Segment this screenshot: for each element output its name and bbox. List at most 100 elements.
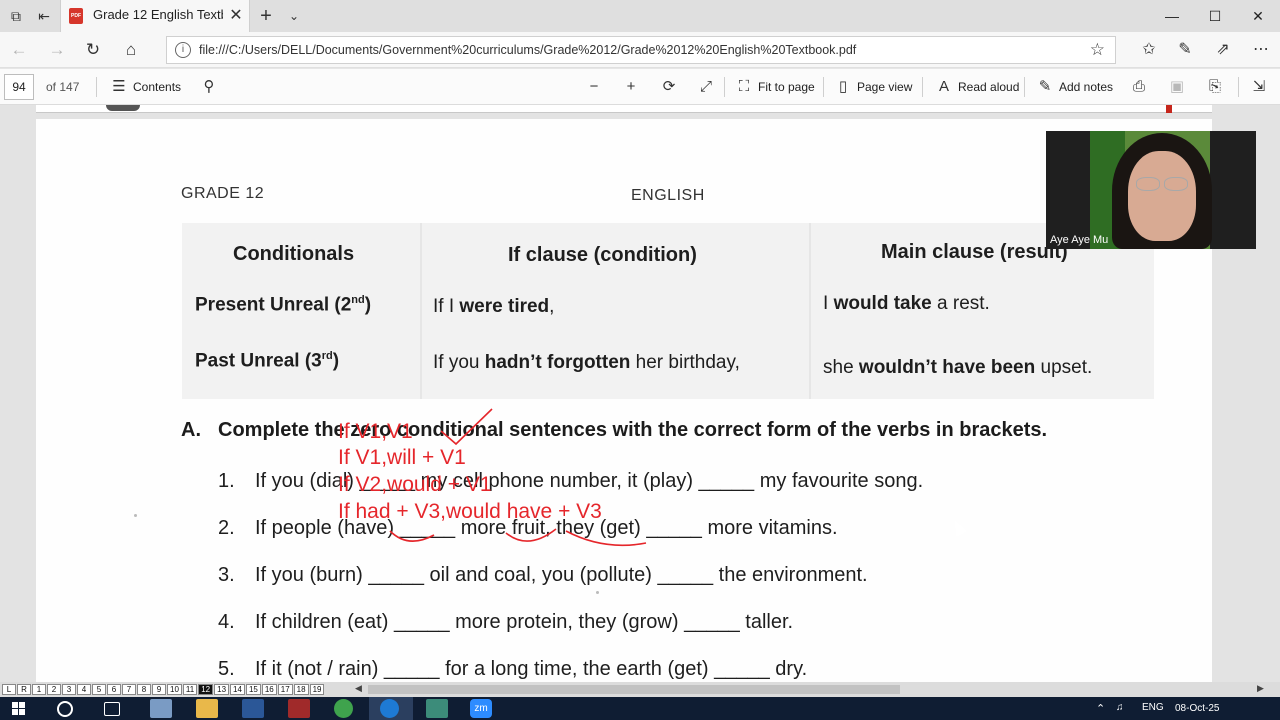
url-text[interactable]: file:///C:/Users/DELL/Documents/Governme… bbox=[199, 43, 856, 57]
arrow-left-icon[interactable]: ← bbox=[6, 37, 32, 63]
scan-speck bbox=[134, 514, 137, 517]
pin-icon[interactable]: ⇲ bbox=[1250, 75, 1273, 99]
slide-tab[interactable]: 4 bbox=[77, 684, 91, 695]
slide-tab[interactable]: 11 bbox=[182, 684, 198, 695]
wps-icon[interactable] bbox=[288, 699, 310, 718]
page-mark bbox=[1166, 105, 1172, 113]
pen-icon[interactable]: ✎ bbox=[1172, 37, 1198, 63]
list-icon: ☰ bbox=[112, 78, 126, 95]
zoom-in-icon[interactable]: + bbox=[622, 75, 645, 99]
scan-speck bbox=[596, 591, 599, 594]
taskbar: zm ⌃ ♫ ENG 08-Oct-25 bbox=[0, 697, 1280, 720]
info-icon[interactable]: i bbox=[175, 42, 191, 58]
word-icon[interactable] bbox=[242, 699, 264, 718]
save-icon[interactable]: ▣ bbox=[1168, 75, 1191, 99]
ink-strokes bbox=[389, 408, 647, 547]
home-icon[interactable]: ⌂ bbox=[118, 37, 144, 63]
more-icon[interactable]: ⋯ bbox=[1248, 37, 1274, 63]
participant-name: Aye Aye Mu bbox=[1050, 234, 1109, 246]
read-aloud-icon: A bbox=[938, 78, 949, 95]
close-tab-icon[interactable]: ✕ bbox=[227, 6, 245, 26]
slide-tab[interactable]: 10 bbox=[167, 684, 182, 695]
pdf-icon bbox=[69, 8, 83, 24]
fit-to-page-button[interactable]: ⛶ Fit to page bbox=[735, 75, 815, 99]
slide-tab[interactable]: 9 bbox=[152, 684, 166, 695]
page-number-input[interactable]: 94 bbox=[4, 74, 34, 100]
refresh-icon[interactable]: ↻ bbox=[80, 37, 106, 63]
rotate-icon[interactable]: ⟳ bbox=[660, 75, 683, 99]
slide-tab[interactable]: L bbox=[2, 684, 16, 695]
chevron-down-icon[interactable]: ⌄ bbox=[284, 4, 304, 28]
share-icon[interactable]: ⇗ bbox=[1210, 37, 1236, 63]
save-as-icon[interactable]: ⎘ bbox=[1206, 75, 1229, 99]
close-window-button[interactable]: ✕ bbox=[1236, 0, 1280, 32]
star-icon[interactable]: ☆ bbox=[1090, 40, 1105, 60]
zoom-app-icon[interactable]: zm bbox=[470, 699, 492, 718]
fit-page-icon: ⛶ bbox=[738, 78, 750, 95]
scrollbar-thumb[interactable] bbox=[368, 685, 900, 694]
participant-face bbox=[1128, 151, 1196, 241]
scroll-left-icon[interactable]: ◀ bbox=[355, 683, 362, 694]
slide-tab[interactable]: R bbox=[17, 684, 31, 695]
clock-date[interactable]: 08-Oct-25 bbox=[1175, 703, 1219, 714]
contents-button[interactable]: ☰ Contents bbox=[110, 75, 181, 99]
page-total: of 147 bbox=[46, 80, 80, 94]
video-thumbnail[interactable]: Aye Aye Mu bbox=[1046, 131, 1256, 249]
page-view-button[interactable]: ▯ Page view bbox=[834, 75, 913, 99]
page-view-label: Page view bbox=[857, 80, 913, 94]
windows-start-icon[interactable] bbox=[12, 702, 26, 716]
scroll-right-icon[interactable]: ▶ bbox=[1257, 683, 1264, 694]
volume-icon[interactable]: ♫ bbox=[1116, 702, 1124, 713]
slide-tab[interactable]: 19 bbox=[309, 684, 325, 695]
previous-page bbox=[36, 105, 1212, 113]
file-explorer-icon[interactable] bbox=[196, 699, 218, 718]
slide-tab[interactable]: 5 bbox=[92, 684, 106, 695]
slide-tab[interactable]: 14 bbox=[230, 684, 245, 695]
edge-icon[interactable] bbox=[380, 699, 399, 718]
glasses-icon bbox=[1164, 177, 1188, 191]
slide-tab[interactable]: 13 bbox=[214, 684, 230, 695]
page-mark bbox=[106, 105, 140, 111]
add-notes-label: Add notes bbox=[1059, 80, 1114, 94]
pdf-page: GRADE 12 ENGLISH Conditionals If clause … bbox=[36, 119, 1212, 682]
new-tab-button[interactable]: + bbox=[255, 4, 277, 28]
slide-tab[interactable]: 3 bbox=[62, 684, 76, 695]
maximize-button[interactable]: ☐ bbox=[1193, 0, 1237, 32]
slide-tab[interactable]: 16 bbox=[261, 684, 277, 695]
photos-icon[interactable] bbox=[426, 699, 448, 718]
favorites-icon[interactable]: ✩ bbox=[1136, 37, 1162, 63]
arrow-right-icon[interactable]: → bbox=[44, 37, 70, 63]
divider bbox=[922, 77, 923, 97]
divider bbox=[1024, 77, 1025, 97]
divider bbox=[1238, 77, 1239, 97]
slide-tab[interactable]: 8 bbox=[137, 684, 151, 695]
zoom-out-icon[interactable]: − bbox=[585, 75, 608, 99]
add-notes-button[interactable]: ✎ Add notes bbox=[1036, 75, 1113, 99]
slide-tab[interactable]: 2 bbox=[47, 684, 61, 695]
slide-tab[interactable]: 15 bbox=[245, 684, 261, 695]
chrome-icon[interactable] bbox=[334, 699, 353, 718]
slide-tab[interactable]: 1 bbox=[32, 684, 46, 695]
search-icon[interactable]: ⚲ bbox=[200, 75, 223, 99]
task-view-icon[interactable] bbox=[104, 702, 120, 716]
browser-tab[interactable]: Grade 12 English Textbo ✕ bbox=[60, 0, 250, 32]
horizontal-scrollbar[interactable]: L R 1 2 3 4 5 6 7 8 9 10 11 12 13 14 15 16 17 18 19 ◀ ▶ bbox=[0, 682, 1280, 697]
address-bar[interactable]: i file:///C:/Users/DELL/Documents/Govern… bbox=[166, 36, 1116, 64]
slide-tab[interactable]: 7 bbox=[122, 684, 136, 695]
search-icon[interactable] bbox=[57, 701, 73, 717]
fullscreen-icon[interactable]: ⤢ bbox=[697, 75, 720, 99]
read-aloud-button[interactable]: A Read aloud bbox=[935, 75, 1019, 99]
slide-tab[interactable]: 6 bbox=[107, 684, 121, 695]
minimize-button[interactable]: — bbox=[1150, 0, 1194, 32]
slide-tab[interactable]: 17 bbox=[277, 684, 293, 695]
chevron-up-icon[interactable]: ⌃ bbox=[1096, 702, 1105, 715]
set-aside-tabs-icon[interactable]: ⇤ bbox=[34, 6, 54, 26]
navigation-bar: ← → ↻ ⌂ i file:///C:/Users/DELL/Document… bbox=[0, 32, 1280, 68]
network-app-icon[interactable] bbox=[150, 699, 172, 718]
slide-tab[interactable]: 18 bbox=[293, 684, 309, 695]
language-indicator[interactable]: ENG bbox=[1142, 702, 1164, 713]
pen-icon: ✎ bbox=[1038, 78, 1052, 95]
slide-tab[interactable]: 12 bbox=[198, 684, 214, 695]
tab-actions-icon[interactable]: ⧉ bbox=[6, 6, 26, 26]
print-icon[interactable]: ⎙ bbox=[1130, 75, 1153, 99]
